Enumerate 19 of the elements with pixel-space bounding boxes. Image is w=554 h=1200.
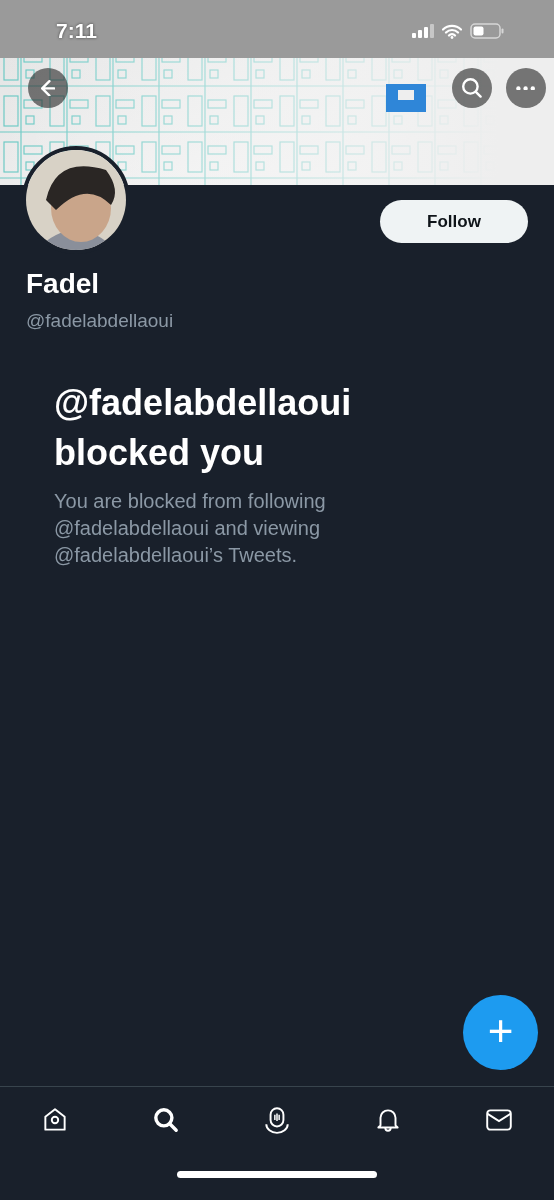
microphone-icon <box>262 1105 292 1135</box>
more-button[interactable] <box>506 68 546 108</box>
profile-name: Fadel <box>26 268 101 300</box>
signal-icon <box>412 24 434 38</box>
tab-bar-item[interactable] <box>262 1105 292 1135</box>
battery-icon <box>470 23 504 39</box>
blocked-message: You are blocked from following @fadelabdellaoui and viewing @fadelabdellaoui’s Tweets. <box>54 489 327 568</box>
back-button[interactable] <box>28 68 68 108</box>
follow-button[interactable]: Follow <box>380 200 528 243</box>
profile-handle: @fadelabdellaoui <box>26 310 175 332</box>
search-icon <box>151 1105 181 1135</box>
more-icon <box>516 85 536 91</box>
status-time: 7:11 <box>56 19 97 43</box>
tab-bar-item[interactable] <box>151 1105 181 1135</box>
search-button[interactable] <box>452 68 492 108</box>
search-icon <box>462 78 482 98</box>
blocked-heading: @fadelabdellaoui blocked you <box>54 381 353 475</box>
back-icon <box>40 79 56 97</box>
wifi-icon <box>442 23 462 39</box>
